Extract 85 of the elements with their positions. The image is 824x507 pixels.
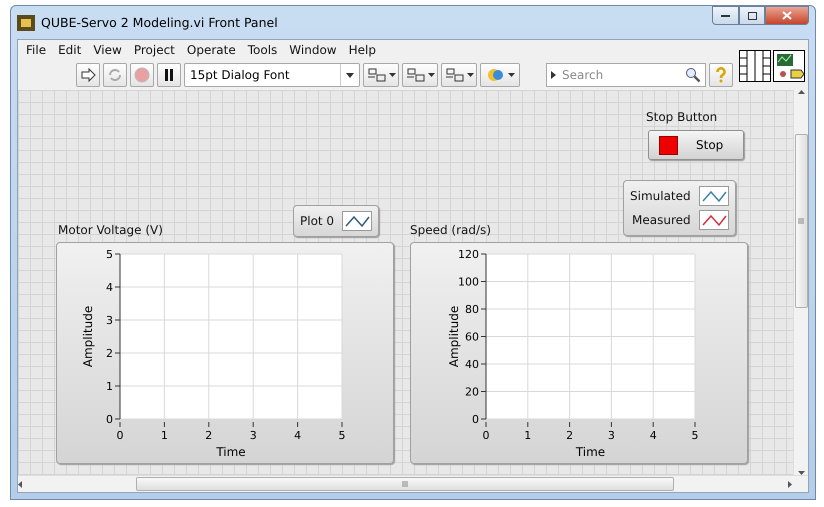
caret-icon xyxy=(508,73,514,77)
vertical-scrollbar[interactable] xyxy=(793,90,808,475)
tick-label: 2 xyxy=(566,429,574,442)
objects-icon xyxy=(444,67,464,83)
grip-icon xyxy=(798,218,804,224)
axis-title: Time xyxy=(216,445,246,459)
legend-label: Plot 0 xyxy=(300,214,334,228)
axis-title: Time xyxy=(576,445,606,459)
maximize-icon xyxy=(748,12,756,20)
grip-icon xyxy=(402,481,408,487)
minimize-icon xyxy=(721,14,730,18)
menu-item[interactable]: View xyxy=(87,43,128,57)
scroll-up-icon xyxy=(798,90,804,94)
tick-label: 2 xyxy=(205,429,212,442)
menu-item[interactable]: Project xyxy=(128,43,181,57)
menu-item[interactable]: Help xyxy=(342,43,382,57)
window-title: QUBE-Servo 2 Modeling.vi Front Panel xyxy=(41,15,279,30)
tick-label: 3 xyxy=(250,429,257,442)
scroll-right-icon xyxy=(788,480,792,488)
tick-label: 4 xyxy=(650,429,657,442)
objects-icon xyxy=(366,67,386,83)
tick-label: 120 xyxy=(458,248,479,261)
align-objects-button[interactable] xyxy=(363,63,399,87)
resize-objects-button[interactable] xyxy=(441,63,477,87)
font-dropdown[interactable]: 15pt Dialog Font xyxy=(184,63,360,87)
tick-label: 20 xyxy=(465,386,479,398)
caret-icon xyxy=(388,73,396,77)
vi-icon xyxy=(773,50,805,82)
tick-label: 1 xyxy=(524,429,532,442)
tick-label: 5 xyxy=(338,429,346,442)
pause-icon xyxy=(164,69,174,81)
graph-label: Motor Voltage (V) xyxy=(58,223,163,237)
run-button[interactable] xyxy=(76,63,100,87)
objects-icon xyxy=(406,67,426,83)
tick-label: 1 xyxy=(106,380,113,393)
axis-title: Amplitude xyxy=(81,306,95,368)
legend-label: Measured xyxy=(632,213,691,227)
search-icon xyxy=(685,67,701,83)
menu-item[interactable]: Operate xyxy=(180,43,242,57)
legend-label: Simulated xyxy=(630,189,691,203)
tick-label: 5 xyxy=(106,248,113,261)
scroll-left-icon xyxy=(18,480,22,488)
tick-label: 0 xyxy=(106,413,113,426)
tick-label: 100 xyxy=(458,276,479,288)
caret-icon xyxy=(466,73,474,77)
connector-pane-icon xyxy=(739,50,771,82)
stop-sign-icon xyxy=(134,67,150,83)
reorder-icon xyxy=(486,67,506,83)
graph-label: Speed (rad/s) xyxy=(410,223,491,237)
tick-label: 1 xyxy=(160,429,168,442)
tick-label: 0 xyxy=(482,429,490,442)
menu-item[interactable]: Window xyxy=(283,43,343,57)
pause-button[interactable] xyxy=(157,63,181,87)
run-arrow-icon xyxy=(80,67,96,83)
caret-icon xyxy=(551,71,556,79)
caret-icon xyxy=(428,73,434,77)
menu-item[interactable]: Edit xyxy=(52,43,88,57)
menu-item[interactable]: Tools xyxy=(242,43,284,57)
tick-label: 80 xyxy=(465,303,479,316)
search-input[interactable]: Search xyxy=(560,67,681,83)
caret-icon xyxy=(346,72,354,78)
cycle-arrows-icon xyxy=(107,67,123,83)
minimize-button[interactable] xyxy=(712,6,739,25)
tick-label: 60 xyxy=(465,330,479,344)
maximize-button[interactable] xyxy=(739,6,765,25)
search-field[interactable]: Search xyxy=(546,63,706,87)
tick-label: 3 xyxy=(608,429,615,442)
menu-item[interactable]: File xyxy=(20,43,52,57)
tick-label: 4 xyxy=(106,281,113,294)
tick-label: 2 xyxy=(106,347,113,360)
tick-label: 3 xyxy=(106,314,113,327)
distribute-objects-button[interactable] xyxy=(402,63,438,87)
tick-label: 5 xyxy=(692,429,698,442)
control-label: Stop Button xyxy=(646,110,718,124)
horizontal-scrollbar[interactable] xyxy=(18,475,808,492)
tick-label: 0 xyxy=(116,429,124,442)
help-icon xyxy=(715,67,727,83)
close-button[interactable] xyxy=(765,6,809,25)
tick-label: 0 xyxy=(472,413,479,426)
tick-label: 40 xyxy=(465,358,479,371)
axis-title: Amplitude xyxy=(447,306,461,368)
app-icon xyxy=(17,14,35,30)
stop-button[interactable]: Stop xyxy=(648,130,744,160)
tick-label: 4 xyxy=(294,429,302,442)
close-icon xyxy=(782,11,792,20)
